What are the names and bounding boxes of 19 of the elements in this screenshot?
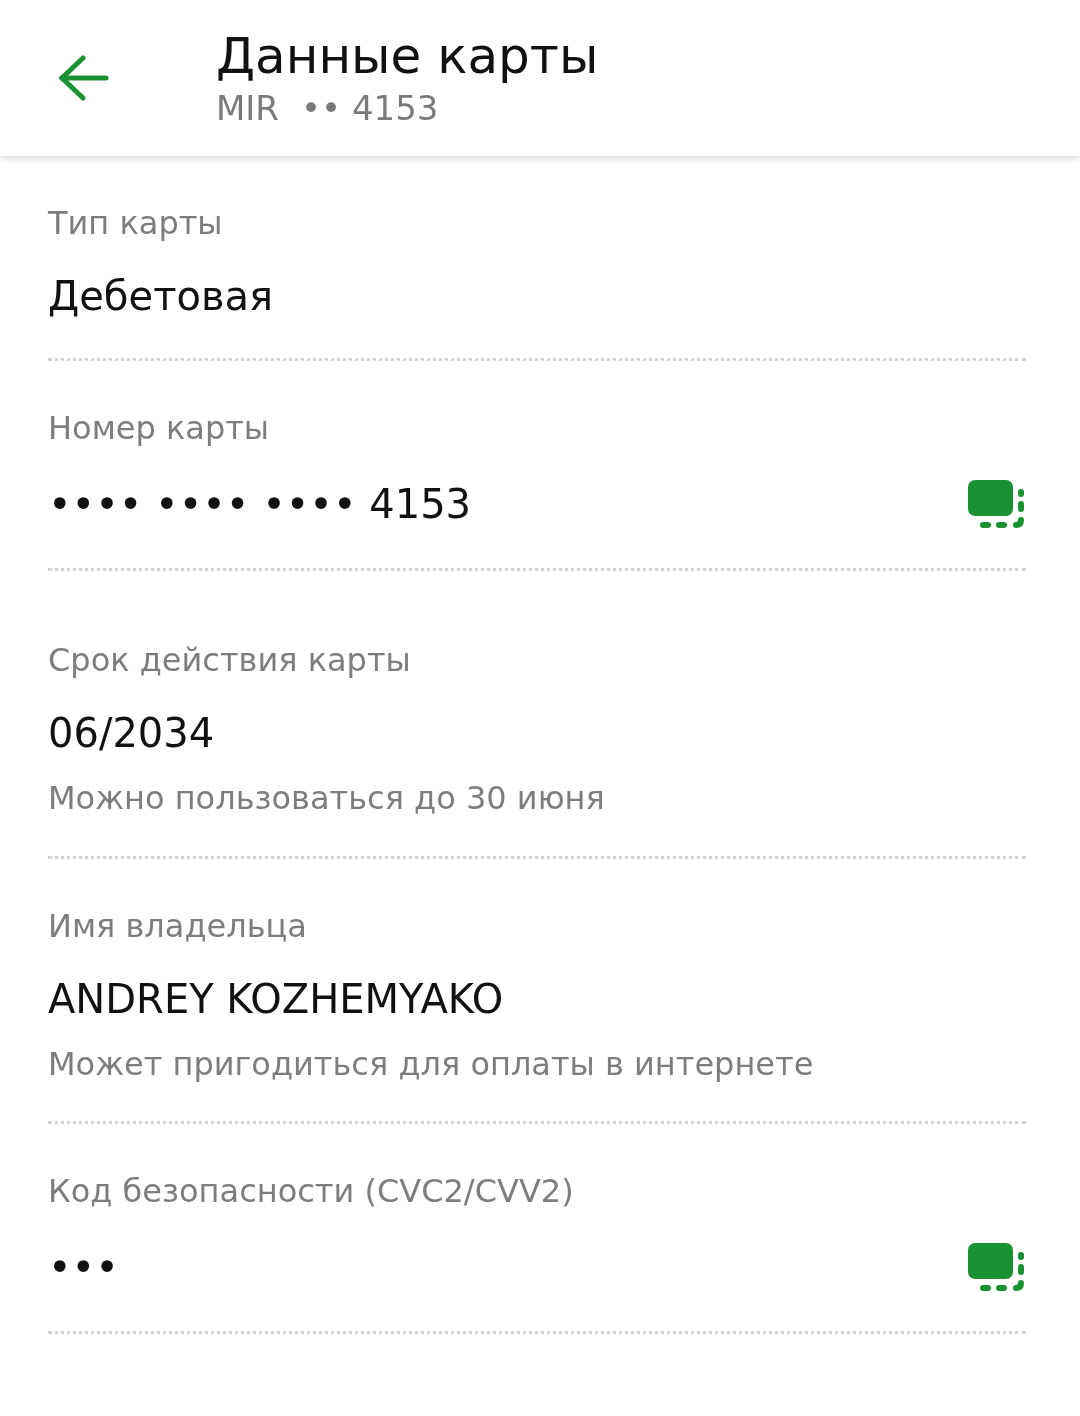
field-label: Тип карты [48, 204, 224, 243]
screen-title: Данные карты [216, 28, 599, 84]
copy-button[interactable] [966, 1240, 1026, 1293]
field-hint: Можно пользоваться до 30 июня [48, 779, 606, 818]
field-value: ANDREY KOZHEMYAKO [48, 974, 504, 1023]
copy-icon [966, 477, 1026, 530]
field-value: Дебетовая [48, 272, 274, 321]
field-label: Номер карты [48, 409, 271, 448]
field-label: Код безопасности (CVC2/CVV2) [48, 1172, 575, 1211]
copy-icon [966, 1240, 1026, 1293]
field-label: Срок действия карты [48, 640, 412, 680]
field-hint: Может пригодиться для оплаты в интернете [48, 1044, 815, 1084]
card-number-short: •• 4153 [301, 87, 439, 128]
field-value: •••• •••• •••• 4153 [48, 479, 472, 528]
field-value: 06/2034 [48, 709, 215, 758]
field-value: ••• [48, 1242, 119, 1291]
card-brand: MIR [216, 87, 279, 128]
copy-button[interactable] [966, 477, 1026, 530]
field-label: Имя владельца [48, 906, 308, 945]
